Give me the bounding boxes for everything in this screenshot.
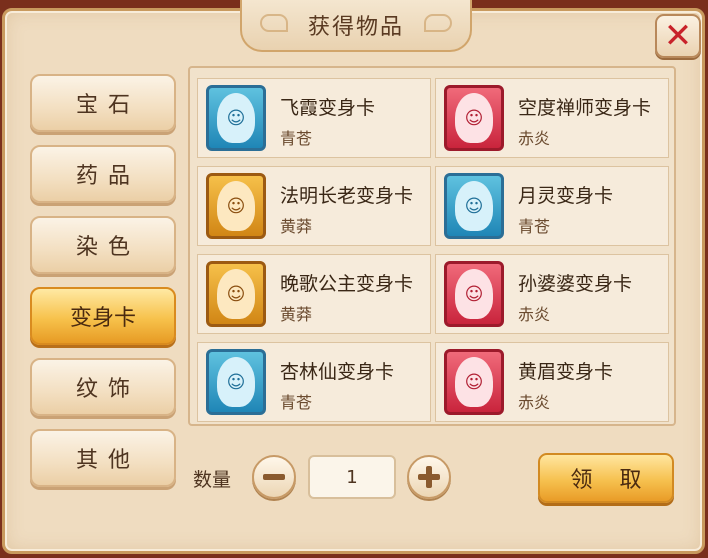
increase-button[interactable] [407,455,451,499]
red-card-icon: ☺ [444,261,504,327]
item-grid: ☺ 飞霞变身卡 青苍 ☺ 空度禅师变身卡 赤炎 ☺ 法明长老变身卡 黄莽 ☺ 月… [188,66,676,426]
item-name: 孙婆婆变身卡 [518,273,633,295]
item-card[interactable]: ☺ 空度禅师变身卡 赤炎 [435,78,669,158]
minus-icon [263,474,285,480]
item-tag: 黄莽 [280,217,313,236]
blue-card-icon: ☺ [444,173,504,239]
plus-icon [418,466,440,488]
item-card[interactable]: ☺ 飞霞变身卡 青苍 [197,78,431,158]
item-card[interactable]: ☺ 孙婆婆变身卡 赤炎 [435,254,669,334]
category-transform-card-tab[interactable]: 变身卡 [30,287,176,345]
item-name: 空度禅师变身卡 [518,97,652,119]
claim-label: 领 取 [570,468,652,493]
item-card[interactable]: ☺ 黄眉变身卡 赤炎 [435,342,669,422]
item-tag: 青苍 [280,129,313,148]
blue-card-icon: ☺ [206,85,266,151]
category-label: 变身卡 [69,306,136,331]
swirl-ornament-icon [260,14,288,32]
decrease-button[interactable] [252,455,296,499]
close-button[interactable]: ✕ [655,14,701,58]
close-icon: ✕ [663,16,693,56]
category-gem-tab[interactable]: 宝石 [30,74,176,132]
item-card[interactable]: ☺ 月灵变身卡 青苍 [435,166,669,246]
item-card[interactable]: ☺ 晚歌公主变身卡 黄莽 [197,254,431,334]
item-name: 法明长老变身卡 [280,185,414,207]
item-tag: 赤炎 [518,129,551,148]
item-name: 黄眉变身卡 [518,361,614,383]
dialog-title: 获得物品 [307,15,404,40]
item-tag: 青苍 [518,217,551,236]
item-tag: 青苍 [280,393,313,412]
swirl-ornament-icon [424,14,452,32]
item-name: 飞霞变身卡 [280,97,376,119]
red-card-icon: ☺ [444,349,504,415]
claim-button[interactable]: 领 取 [538,453,674,503]
item-tag: 赤炎 [518,305,551,324]
item-name: 月灵变身卡 [518,185,614,207]
item-tag: 赤炎 [518,393,551,412]
category-label: 其他 [75,448,140,473]
dialog-title-tab: 获得物品 [240,0,472,52]
category-medicine-tab[interactable]: 药品 [30,145,176,203]
item-name: 晚歌公主变身卡 [280,273,414,295]
item-card[interactable]: ☺ 杏林仙变身卡 青苍 [197,342,431,422]
category-label: 染色 [75,235,140,260]
category-label: 纹饰 [75,377,140,402]
category-pattern-tab[interactable]: 纹饰 [30,358,176,416]
blue-card-icon: ☺ [206,349,266,415]
item-tag: 黄莽 [280,305,313,324]
gold-card-icon: ☺ [206,173,266,239]
quantity-label: 数量 [193,469,232,491]
category-dye-tab[interactable]: 染色 [30,216,176,274]
category-label: 宝石 [75,93,140,118]
category-label: 药品 [75,164,140,189]
quantity-field[interactable]: 1 [308,455,396,499]
item-card[interactable]: ☺ 法明长老变身卡 黄莽 [197,166,431,246]
category-other-tab[interactable]: 其他 [30,429,176,487]
red-card-icon: ☺ [444,85,504,151]
gold-card-icon: ☺ [206,261,266,327]
item-name: 杏林仙变身卡 [280,361,395,383]
